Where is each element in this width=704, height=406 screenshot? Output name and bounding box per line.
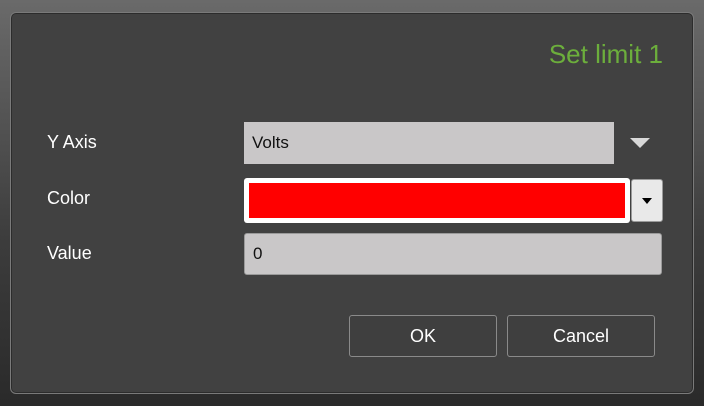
cancel-button[interactable]: Cancel [507, 315, 655, 357]
window-frame: Set limit 1 Y Axis Volts Color Value 0 O… [0, 0, 704, 406]
color-dropdown-button[interactable] [631, 179, 663, 222]
set-limit-dialog: Set limit 1 Y Axis Volts Color Value 0 O… [10, 12, 694, 394]
ok-button[interactable]: OK [349, 315, 497, 357]
value-input[interactable]: 0 [244, 233, 662, 275]
chevron-down-icon [642, 198, 652, 204]
color-swatch [249, 183, 625, 218]
color-label: Color [47, 188, 91, 208]
chevron-down-icon[interactable] [630, 138, 650, 148]
y-axis-select[interactable]: Volts [244, 122, 614, 164]
y-axis-label: Y Axis [47, 132, 97, 152]
dialog-title: Set limit 1 [548, 39, 663, 69]
color-picker-field[interactable] [244, 178, 630, 223]
value-label: Value [47, 243, 92, 263]
